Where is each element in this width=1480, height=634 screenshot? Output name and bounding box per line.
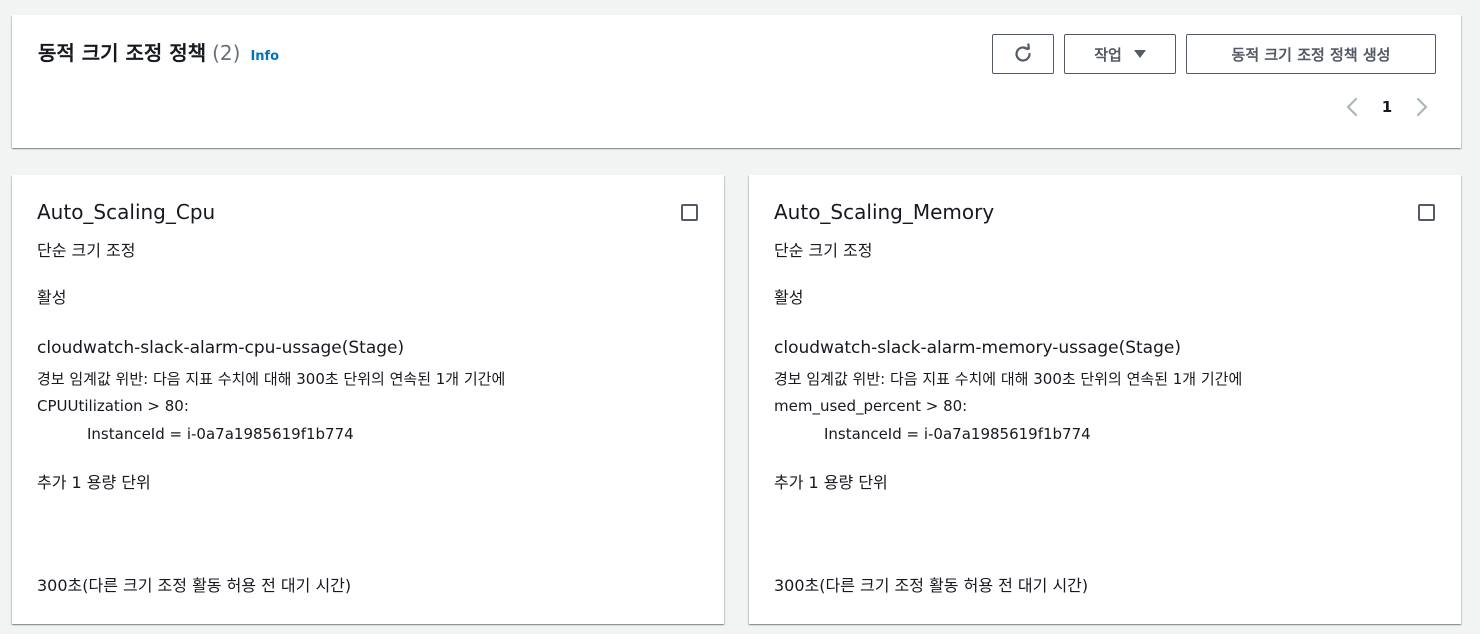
page-title: 동적 크기 조정 정책 (2) Info (38, 37, 279, 66)
caret-down-icon (1133, 50, 1146, 58)
cooldown-text: 300초(다른 크기 조정 활동 허용 전 대기 시간) (774, 576, 1089, 595)
scaling-action: 추가 1 용량 단위 (774, 473, 888, 492)
alarm-dimension: InstanceId = i-0a7a1985619f1b774 (87, 425, 354, 443)
alarm-name: cloudwatch-slack-alarm-memory-ussage(Sta… (774, 338, 1181, 358)
policy-status: 활성 (37, 288, 67, 307)
cooldown-text: 300초(다른 크기 조정 활동 허용 전 대기 시간) (37, 576, 352, 595)
title-text: 동적 크기 조정 정책 (38, 41, 207, 65)
refresh-button[interactable] (992, 34, 1054, 74)
policy-count: (2) (212, 41, 241, 65)
alarm-condition: 경보 임계값 위반: 다음 지표 수치에 대해 300초 단위의 연속된 1개 … (774, 370, 1243, 388)
alarm-name: cloudwatch-slack-alarm-cpu-ussage(Stage) (37, 338, 405, 358)
alarm-metric: CPUUtilization > 80: (37, 397, 189, 415)
policy-select-checkbox[interactable] (681, 204, 698, 221)
pagination: 1 (1342, 95, 1432, 119)
policy-card: Auto_Scaling_Cpu 단순 크기 조정 활성 cloudwatch-… (12, 175, 724, 624)
alarm-metric: mem_used_percent > 80: (774, 397, 968, 415)
create-policy-label: 동적 크기 조정 정책 생성 (1231, 45, 1391, 64)
actions-dropdown-button[interactable]: 작업 (1064, 34, 1176, 74)
chevron-left-icon[interactable] (1342, 95, 1362, 119)
page-number[interactable]: 1 (1362, 98, 1412, 116)
policy-card: Auto_Scaling_Memory 단순 크기 조정 활성 cloudwat… (749, 175, 1461, 624)
policies-header-panel: 동적 크기 조정 정책 (2) Info 작업 동적 크기 조정 정책 생성 1 (12, 15, 1461, 148)
info-link[interactable]: Info (250, 49, 279, 64)
scaling-action: 추가 1 용량 단위 (37, 473, 151, 492)
policy-type: 단순 크기 조정 (37, 241, 136, 260)
policy-select-checkbox[interactable] (1418, 204, 1435, 221)
chevron-right-icon[interactable] (1412, 95, 1432, 119)
policy-type: 단순 크기 조정 (774, 241, 873, 260)
create-policy-button[interactable]: 동적 크기 조정 정책 생성 (1186, 34, 1436, 74)
refresh-icon (1015, 43, 1031, 62)
policy-status: 활성 (774, 288, 804, 307)
alarm-dimension: InstanceId = i-0a7a1985619f1b774 (824, 425, 1091, 443)
policy-name: Auto_Scaling_Memory (774, 200, 995, 224)
actions-label: 작업 (1094, 45, 1122, 64)
alarm-condition: 경보 임계값 위반: 다음 지표 수치에 대해 300초 단위의 연속된 1개 … (37, 370, 506, 388)
policy-name: Auto_Scaling_Cpu (37, 200, 216, 224)
